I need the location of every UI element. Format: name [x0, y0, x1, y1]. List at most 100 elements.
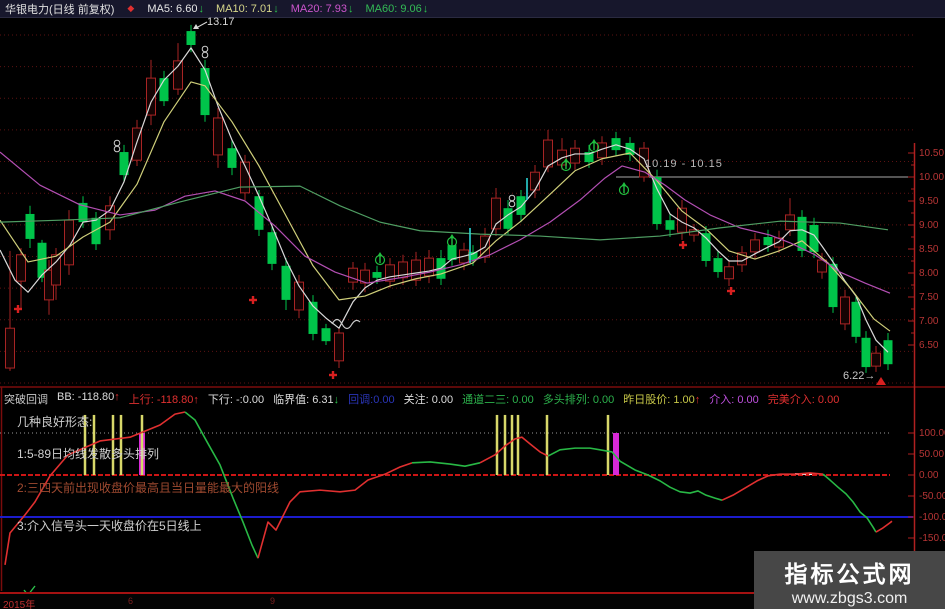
- candle-body: [25, 213, 35, 239]
- white-circle-marker: [508, 200, 516, 208]
- price-axis-label: 7.00: [919, 316, 939, 327]
- candle-body: [411, 259, 421, 281]
- candle-body: [785, 214, 795, 231]
- candle-body: [159, 78, 169, 102]
- white-circle-marker: [508, 194, 516, 202]
- ma10-label: MA10: 7.01↓: [215, 2, 279, 15]
- price-axis-label: 10.50: [919, 148, 944, 159]
- white-circle-marker: [201, 45, 209, 53]
- indicator-axis-label: 50.00: [919, 449, 944, 460]
- watermark-url: www.zbgs3.com: [791, 590, 908, 607]
- ma-line-ma5: [0, 47, 889, 353]
- candle-body: [828, 263, 838, 308]
- price-axis-label: 6.50: [919, 340, 939, 351]
- ma-line-ma10: [0, 81, 891, 332]
- indicator-curve-green: [411, 461, 481, 467]
- title-bar: 华银电力(日线 前复权) ◆ MA5: 6.60↓ MA10: 7.01↓ MA20…: [0, 0, 945, 18]
- ma-label-group: MA5: 6.60↓ MA10: 7.01↓ MA20: 7.93↓ MA60: 9.…: [147, 3, 440, 15]
- indicator-field: 上行: -118.80↑: [128, 394, 199, 406]
- price-axis-label: 10.00: [919, 172, 944, 183]
- trend-arrow-icon: ↓: [333, 394, 340, 406]
- site-watermark: 指标公式网 www.zbgs3.com: [754, 551, 945, 609]
- green-signal-marker: [377, 252, 383, 256]
- candle-body: [570, 147, 580, 164]
- candle-body: [213, 117, 223, 156]
- red-triangle-marker: [876, 377, 886, 385]
- indicator-axis-label: -100.00: [919, 512, 945, 523]
- indicator-curve-red: [875, 520, 893, 533]
- indicator-field: 完美介入: 0.00: [767, 394, 840, 406]
- ma20-label: MA20: 7.93↓: [290, 2, 354, 15]
- range-price-annotation: 10.19 - 10.15: [645, 158, 723, 170]
- candle-body: [516, 196, 526, 215]
- candle-body: [51, 254, 61, 286]
- candle-body: [861, 337, 871, 368]
- note-line: 几种良好形态:: [17, 415, 93, 429]
- price-axis-label: 8.50: [919, 244, 939, 255]
- month-tick-label: 9: [270, 596, 276, 606]
- indicator-field: 介入: 0.00: [709, 394, 759, 406]
- ma5-label: MA5: 6.60↓: [147, 2, 204, 15]
- candle-body: [851, 301, 861, 337]
- candle-body: [267, 232, 277, 264]
- white-squiggle-marker: [331, 318, 361, 330]
- candle-body: [503, 208, 513, 229]
- trend-arrow-icon: ↓: [347, 2, 354, 15]
- month-tick-label: 6: [128, 596, 134, 606]
- trend-arrow-icon: ↓: [422, 2, 429, 15]
- indicator-curve-red: [721, 472, 824, 501]
- candle-body: [763, 237, 773, 246]
- year-label: 2015年: [3, 600, 36, 609]
- candle-body: [665, 220, 675, 230]
- candle-body: [16, 254, 26, 282]
- white-circle-marker: [201, 51, 209, 59]
- green-signal-marker: [621, 182, 627, 186]
- candle-body: [611, 138, 621, 151]
- note-line: 2:三四天前出现收盘价最高且当日量能最大的阳线: [17, 481, 280, 495]
- candle-body: [372, 272, 382, 278]
- indicator-field: 昨日股价: 1.00↑: [623, 394, 701, 406]
- note-line: 3:介入信号头一天收盘价在5日线上: [17, 519, 202, 533]
- flag-icon: ◆: [127, 3, 135, 13]
- price-axis-label: 7.50: [919, 292, 939, 303]
- indicator-axis-label: 100.00: [919, 428, 945, 439]
- candle-body: [840, 296, 850, 325]
- candle-body: [871, 352, 881, 367]
- trading-app-screen: 10.50 10.00 9.50 9.00 8.50 8.00 7.50 7.00 6.50 10…: [0, 0, 945, 609]
- trend-arrow-icon: ↓: [198, 2, 204, 15]
- white-circle-marker: [113, 139, 121, 147]
- indicator-field: BB: -118.80↑: [57, 391, 120, 403]
- peak-price-annotation: 13.17: [207, 16, 235, 28]
- indicator-curve-red: [257, 462, 413, 559]
- green-signal-marker: [591, 139, 597, 143]
- price-axis-label: 8.00: [919, 268, 939, 279]
- watermark-title: 指标公式网: [784, 561, 915, 587]
- stock-title: 华银电力(日线 前复权): [5, 3, 115, 16]
- ma60-label: MA60: 9.06↓: [365, 2, 429, 15]
- indicator-curve-red: [479, 436, 549, 464]
- trend-arrow-icon: ↑: [193, 394, 199, 406]
- indicator-field: 下行: -:0.00: [207, 394, 265, 406]
- candle-body: [713, 258, 723, 273]
- candle-body: [724, 266, 734, 280]
- green-signal-marker: [449, 234, 455, 238]
- candle-body: [5, 327, 15, 369]
- indicator-curve-green: [822, 473, 877, 533]
- trend-arrow-icon: ↓: [273, 2, 279, 15]
- indicator-header: 突破回调 BB: -118.80↑ 上行: -118.80↑ 下行: -:0.00 临界…: [4, 391, 914, 407]
- candle-body: [281, 265, 291, 300]
- candle-body: [200, 68, 210, 116]
- candle-body: [227, 148, 237, 168]
- candle-body: [750, 239, 760, 253]
- candle-body: [543, 139, 553, 168]
- price-axis-label: 9.50: [919, 196, 939, 207]
- candle-body: [334, 332, 344, 362]
- candle-body: [321, 328, 331, 342]
- indicator-field: 多头排列: 0.00: [542, 394, 615, 406]
- candle-body: [186, 31, 196, 45]
- indicator-axis-label: -150.00: [919, 533, 945, 544]
- indicator-axis-label: -50.00: [919, 491, 945, 502]
- trend-arrow-icon: ↑: [694, 394, 701, 406]
- indicator-axis-label: 0.00: [919, 470, 939, 481]
- candle-body: [530, 171, 540, 191]
